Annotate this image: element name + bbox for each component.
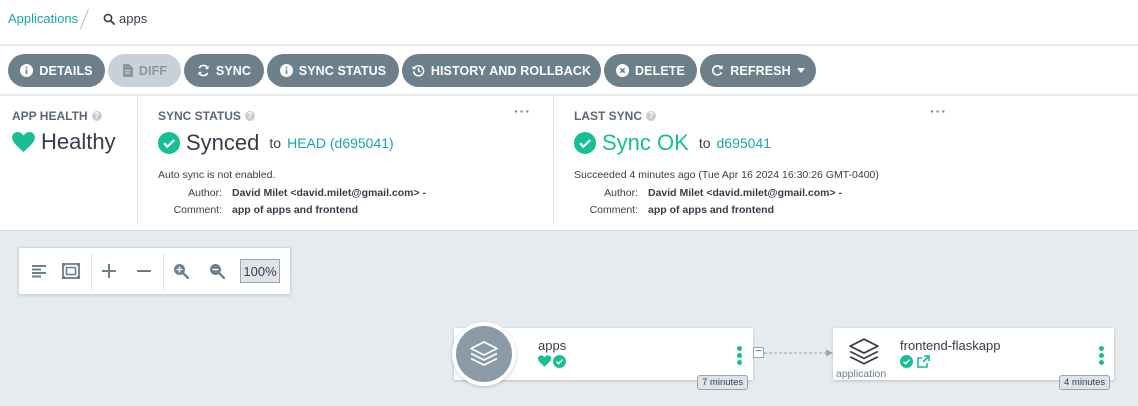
root-app-icon-ring xyxy=(452,322,516,386)
details-label: DETAILS xyxy=(39,63,93,78)
child-app-name: frontend-flaskapp xyxy=(900,338,1001,353)
sync-button[interactable]: SYNC xyxy=(184,54,264,87)
graph-toolbar: 100% xyxy=(18,247,291,295)
delete-label: DELETE xyxy=(635,63,685,78)
child-app-kind: application xyxy=(836,368,887,380)
sync-icon xyxy=(198,64,209,77)
app-health-title-label: APP HEALTH xyxy=(12,109,88,123)
delete-button[interactable]: DELETE xyxy=(604,54,697,87)
root-app-status-icons xyxy=(538,355,566,368)
last-sync-succeeded: Succeeded 4 minutes ago (Tue Apr 16 2024… xyxy=(574,169,879,181)
child-app-menu-icon[interactable] xyxy=(1097,346,1105,365)
details-button[interactable]: DETAILS xyxy=(8,54,105,87)
search-icon xyxy=(103,13,115,25)
sync-status-to: to xyxy=(269,135,282,151)
sync-status-title-label: SYNC STATUS xyxy=(158,109,241,123)
last-sync-revision-link[interactable]: d695041 xyxy=(717,135,772,151)
last-sync-author-value: David Milet <david.milet@gmail.com> - xyxy=(648,187,843,199)
help-icon[interactable]: ? xyxy=(244,111,255,121)
help-icon[interactable]: ? xyxy=(646,111,657,121)
breadcrumb-current-label: apps xyxy=(119,11,148,26)
zoom-out-icon[interactable] xyxy=(204,258,230,284)
toolbar-divider xyxy=(163,254,164,290)
last-sync-to: to xyxy=(698,135,711,151)
sync-status-button[interactable]: SYNC STATUS xyxy=(267,54,399,87)
history-and-rollback-button[interactable]: HISTORY AND ROLLBACK xyxy=(402,54,601,87)
column-divider xyxy=(137,96,138,224)
layers-icon xyxy=(848,337,880,372)
sync-comment-label: Comment: xyxy=(173,204,222,216)
collapse-toggle[interactable]: − xyxy=(753,347,764,358)
heart-icon xyxy=(538,355,551,367)
refresh-label: REFRESH xyxy=(730,63,791,78)
refresh-button[interactable]: REFRESH xyxy=(700,54,816,87)
app-health-status: Healthy xyxy=(12,129,116,155)
toolbar-divider xyxy=(91,254,92,290)
root-app-menu-icon[interactable] xyxy=(735,346,743,365)
sync-status-row: Synced to HEAD (d695041) xyxy=(158,130,394,156)
refresh-icon xyxy=(712,64,723,76)
last-sync-comment-label: Comment: xyxy=(589,204,638,216)
sync-status-title: SYNC STATUS ? xyxy=(158,109,255,123)
check-circle-icon xyxy=(158,132,180,154)
zoom-in-icon[interactable] xyxy=(168,258,194,284)
check-circle-icon xyxy=(574,132,596,154)
sync-author-label: Author: xyxy=(188,187,222,199)
sync-label: SYNC xyxy=(215,63,252,78)
info-icon xyxy=(20,64,34,77)
last-sync-value: Sync OK xyxy=(602,130,689,155)
diff-label: DIFF xyxy=(138,63,168,78)
last-sync-more-icon[interactable]: ··· xyxy=(930,103,947,119)
check-circle-icon xyxy=(900,355,913,368)
fit-screen-icon[interactable] xyxy=(58,258,84,284)
child-app-status-icons xyxy=(900,355,930,368)
sync-status-value: Synced xyxy=(186,130,260,155)
child-app-age: 4 minutes xyxy=(1059,375,1111,390)
column-divider xyxy=(553,96,554,224)
zoom-level: 100% xyxy=(240,259,280,283)
heart-icon xyxy=(12,132,35,152)
sync-status-label: SYNC STATUS xyxy=(298,63,387,78)
edge-arrow xyxy=(764,349,833,357)
action-toolbar: DETAILS DIFF SYNC SYNC STATUS HISTORY AN… xyxy=(0,46,1138,94)
breadcrumb-current: apps xyxy=(103,11,147,26)
sync-comment-value: app of apps and frontend xyxy=(232,204,358,216)
help-icon[interactable]: ? xyxy=(91,111,102,121)
caret-down-icon[interactable] xyxy=(796,67,805,74)
root-app-age: 7 minutes xyxy=(697,375,749,390)
plus-icon[interactable] xyxy=(96,258,122,284)
sync-revision-link[interactable]: HEAD (d695041) xyxy=(287,135,394,151)
app-health-value: Healthy xyxy=(41,129,116,154)
last-sync-title: LAST SYNC ? xyxy=(574,109,657,123)
external-link-icon[interactable] xyxy=(917,355,930,368)
last-sync-row: Sync OK to d695041 xyxy=(574,130,771,156)
info-icon xyxy=(279,64,293,77)
status-summary-panel: APP HEALTH ? Healthy SYNC STATUS ? ··· S… xyxy=(0,95,1138,231)
root-app-name: apps xyxy=(538,338,567,353)
last-sync-title-label: LAST SYNC xyxy=(574,109,643,123)
last-sync-comment-value: app of apps and frontend xyxy=(648,204,774,216)
last-sync-author-label: Author: xyxy=(604,187,638,199)
top-bar: Applications apps xyxy=(0,0,1138,45)
sync-status-more-icon[interactable]: ··· xyxy=(514,103,531,119)
app-health-title: APP HEALTH ? xyxy=(12,109,102,123)
file-icon xyxy=(122,64,133,77)
history-icon xyxy=(412,65,425,77)
sync-author-value: David Milet <david.milet@gmail.com> - xyxy=(232,187,427,199)
breadcrumb-applications[interactable]: Applications xyxy=(8,11,78,26)
auto-sync-note: Auto sync is not enabled. xyxy=(158,169,276,181)
minus-icon[interactable] xyxy=(131,258,157,284)
layers-icon xyxy=(456,326,512,382)
breadcrumb-separator xyxy=(79,8,90,30)
close-circle-icon xyxy=(616,64,630,77)
align-left-icon[interactable] xyxy=(26,258,52,284)
history-label: HISTORY AND ROLLBACK xyxy=(430,63,592,78)
check-circle-icon xyxy=(553,355,566,368)
child-app-node[interactable]: application frontend-flaskapp xyxy=(833,328,1114,380)
diff-button[interactable]: DIFF xyxy=(108,54,181,87)
